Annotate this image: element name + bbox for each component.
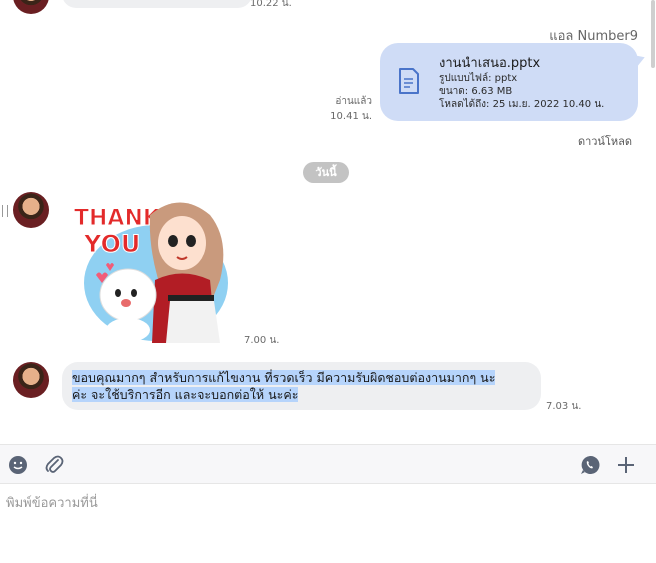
chat-scrollbar[interactable] <box>651 0 655 68</box>
plus-icon <box>618 457 634 473</box>
date-divider: วันนี้ <box>303 162 349 183</box>
paperclip-icon <box>45 455 64 473</box>
emoji-icon <box>9 456 27 474</box>
add-button[interactable] <box>614 453 638 477</box>
document-icon <box>399 68 419 94</box>
read-status: อ่านแล้ว <box>335 96 372 107</box>
svg-text:YOU: YOU <box>83 230 140 258</box>
avatar[interactable] <box>13 362 49 398</box>
chat-history[interactable]: 10.22 น. แอล Number9 งานนำเสนอ.pptx รูปแ… <box>0 0 656 444</box>
message-line: ค่ะ จะใช้บริการอีก และจะบอกต่อให้ นะค่ะ <box>72 387 299 402</box>
file-name[interactable]: งานนำเสนอ.pptx <box>439 52 540 73</box>
message-time: 10.22 น. <box>250 0 292 9</box>
file-format: รูปแบบไฟล์: pptx <box>439 73 518 84</box>
message-time: 7.00 น. <box>244 335 280 346</box>
partial-message-bubble <box>62 0 252 8</box>
message-composer[interactable] <box>0 484 656 563</box>
thank-you-sticker[interactable]: THANK YOU <box>70 195 242 343</box>
drag-handle[interactable] <box>2 205 8 217</box>
message-text[interactable]: ขอบคุณมากๆ สำหรับการแก้ไขงาน ที่รวดเร็ว … <box>72 369 532 403</box>
voice-call-button[interactable] <box>578 453 602 477</box>
attach-button[interactable] <box>42 453 66 477</box>
message-line: ขอบคุณมากๆ สำหรับการแก้ไขงาน ที่รวดเร็ว … <box>72 370 496 385</box>
message-time: 7.03 น. <box>546 401 582 412</box>
avatar[interactable] <box>13 192 49 228</box>
read-time: 10.41 น. <box>330 111 372 122</box>
file-expiry: โหลดได้ถึง: 25 เม.ย. 2022 10.40 น. <box>439 99 605 110</box>
file-size: ขนาด: 6.63 MB <box>439 86 513 97</box>
emoji-button[interactable] <box>6 453 30 477</box>
file-message-bubble[interactable]: งานนำเสนอ.pptx รูปแบบไฟล์: pptx ขนาด: 6.… <box>380 43 638 121</box>
svg-text:THANK: THANK <box>74 206 161 231</box>
read-receipt: อ่านแล้ว 10.41 น. <box>320 94 372 124</box>
download-link[interactable]: ดาวน์โหลด <box>578 132 632 150</box>
avatar[interactable] <box>13 0 49 14</box>
message-input[interactable] <box>6 492 646 552</box>
composer-toolbar <box>0 444 656 484</box>
voice-call-icon <box>581 455 600 474</box>
text-message-bubble[interactable]: ขอบคุณมากๆ สำหรับการแก้ไขงาน ที่รวดเร็ว … <box>62 362 541 410</box>
